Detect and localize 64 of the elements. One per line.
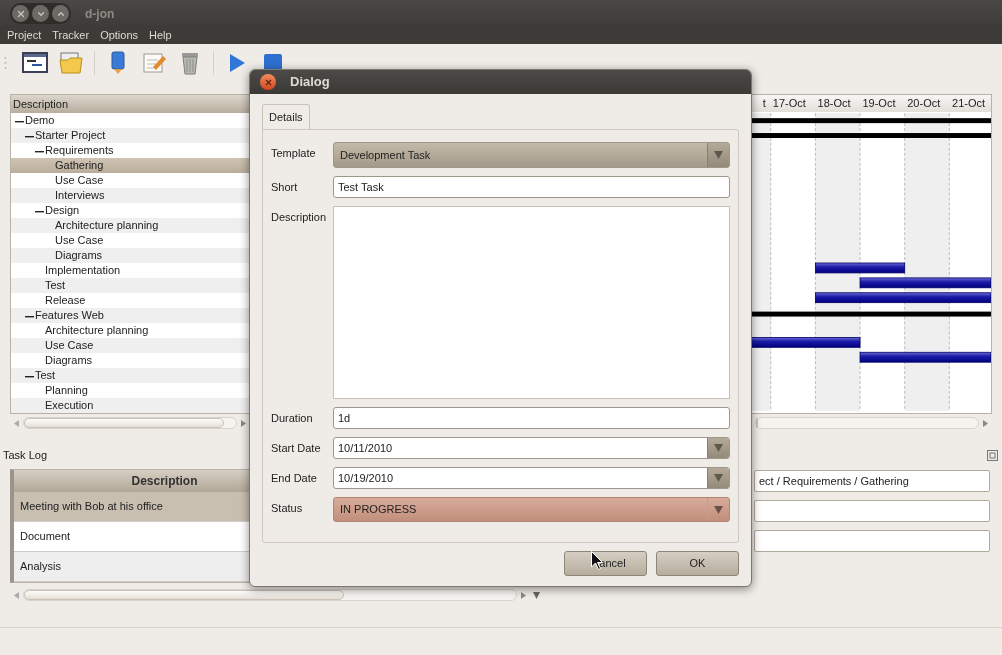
tree-label: Interviews bbox=[55, 188, 105, 204]
tree-row[interactable]: Interviews bbox=[11, 188, 249, 203]
tree-label: Use Case bbox=[45, 338, 94, 354]
column-header[interactable]: Description bbox=[11, 95, 249, 113]
tab[interactable]: Details bbox=[262, 104, 310, 129]
tree-row[interactable]: Starter Project bbox=[11, 128, 249, 143]
text-field[interactable]: 1d bbox=[333, 407, 730, 429]
field-label: Status bbox=[271, 501, 304, 516]
table-cell-text: Document bbox=[20, 529, 71, 545]
section-title: Task Log bbox=[2, 447, 48, 463]
tree-row[interactable]: Diagrams bbox=[11, 248, 249, 263]
tree-label: Demo bbox=[25, 113, 55, 129]
field-label: Duration bbox=[271, 411, 314, 426]
window-title: d-jon bbox=[85, 5, 115, 23]
tree-label: Test bbox=[45, 278, 66, 294]
cancel-button[interactable]: ancel bbox=[564, 551, 647, 576]
tree-row[interactable]: Features Web bbox=[11, 308, 249, 323]
menu-item[interactable]: Options bbox=[100, 27, 139, 44]
date-label: 18-Oct bbox=[816, 96, 852, 112]
field-label: Template bbox=[271, 146, 317, 161]
date-label: 21-Oct bbox=[951, 96, 987, 112]
tree-row[interactable]: Architecture planning bbox=[11, 218, 249, 233]
date-field[interactable]: 10/19/2010 bbox=[333, 467, 730, 489]
field-label: Description bbox=[271, 210, 328, 225]
text-field[interactable]: ect / Requirements / Gathering bbox=[754, 470, 990, 492]
tree-label: Test bbox=[35, 368, 56, 384]
tree-row[interactable]: Gathering bbox=[11, 158, 249, 173]
tree-label: Starter Project bbox=[35, 128, 106, 144]
tree-label: Gathering bbox=[55, 158, 104, 174]
field-label: Start Date bbox=[271, 441, 322, 456]
tree-label: Diagrams bbox=[55, 248, 103, 264]
tree-label: Diagrams bbox=[45, 353, 93, 369]
template-dropdown[interactable]: Development Task bbox=[333, 142, 730, 168]
tree-row[interactable]: Test bbox=[11, 368, 249, 383]
field-label: End Date bbox=[271, 471, 318, 486]
tree-label: Design bbox=[45, 203, 80, 219]
date-label: 20-Oct bbox=[906, 96, 942, 112]
date-field[interactable]: 10/11/2010 bbox=[333, 437, 730, 459]
tree-label: Features Web bbox=[35, 308, 104, 324]
tree-label: Implementation bbox=[45, 263, 121, 279]
tree-label: Use Case bbox=[55, 233, 104, 249]
tree-label: Execution bbox=[45, 398, 94, 414]
text-field[interactable]: Test Task bbox=[333, 176, 730, 198]
table-cell-text: Analysis bbox=[20, 559, 61, 575]
tree-row[interactable]: Test bbox=[11, 278, 249, 293]
date-label: 17-Oct bbox=[771, 96, 807, 112]
tree-label: Release bbox=[45, 293, 86, 309]
tree-label: Architecture planning bbox=[45, 323, 149, 339]
table-cell-text: Meeting with Bob at his office bbox=[20, 499, 163, 515]
menu-item[interactable]: Help bbox=[149, 27, 172, 44]
tree-row[interactable]: Execution bbox=[11, 398, 249, 413]
tree-label: Requirements bbox=[45, 143, 114, 159]
tree-label: Use Case bbox=[55, 173, 104, 189]
field-label: Short bbox=[271, 180, 299, 195]
date-label: t bbox=[761, 96, 767, 112]
date-label: 19-Oct bbox=[861, 96, 897, 112]
tree-label: Planning bbox=[45, 383, 88, 399]
status-dropdown[interactable]: IN PROGRESS bbox=[333, 497, 730, 522]
dialog-title: Dialog bbox=[290, 73, 330, 92]
tree-label: Architecture planning bbox=[55, 218, 159, 234]
menu-item[interactable]: Project bbox=[7, 27, 42, 44]
menu-item[interactable]: Tracker bbox=[52, 27, 90, 44]
tree-row[interactable]: Use Case bbox=[11, 338, 249, 353]
ok-button[interactable]: OK bbox=[656, 551, 739, 576]
